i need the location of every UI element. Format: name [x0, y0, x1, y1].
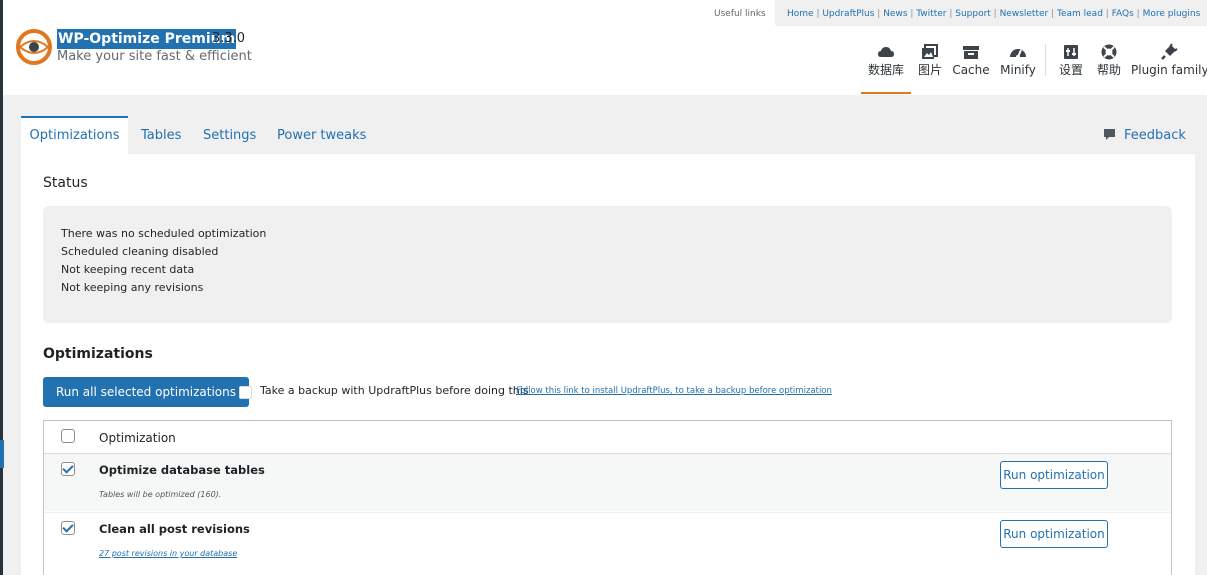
- nav-images[interactable]: 图片: [908, 42, 952, 94]
- dashboard-gauge-icon: [1010, 49, 1026, 59]
- install-updraftplus-link[interactable]: Follow this link to install UpdraftPlus,…: [516, 386, 832, 396]
- plugin-version: 3.3.0: [212, 31, 246, 46]
- plugin-plug-icon: [1161, 43, 1178, 60]
- select-all-checkbox[interactable]: [61, 429, 75, 443]
- nav-database[interactable]: 数据库: [861, 42, 911, 94]
- nav-plugin-family[interactable]: Plugin family: [1131, 42, 1207, 94]
- nav-label: 设置: [1058, 63, 1083, 77]
- link-support[interactable]: Support: [955, 9, 991, 19]
- optimizations-heading: Optimizations: [43, 346, 153, 362]
- status-line: There was no scheduled optimization: [61, 227, 267, 240]
- useful-links-label: Useful links: [714, 9, 766, 19]
- link-updraftplus[interactable]: UpdraftPlus: [822, 9, 874, 19]
- link-faqs[interactable]: FAQs: [1112, 9, 1134, 19]
- link-twitter[interactable]: Twitter: [916, 9, 946, 19]
- row-checkbox[interactable]: [61, 462, 75, 476]
- backup-checkbox[interactable]: [239, 386, 252, 399]
- link-newsletter[interactable]: Newsletter: [1000, 9, 1049, 19]
- nav-help[interactable]: 帮助: [1090, 42, 1128, 94]
- backup-label: Take a backup with UpdraftPlus before do…: [260, 384, 529, 397]
- row-subtitle: Tables will be optimized (160).: [99, 490, 222, 499]
- active-nav-underline: [861, 92, 911, 94]
- feedback-label: Feedback: [1124, 128, 1186, 143]
- nav-label: Plugin family: [1131, 63, 1207, 77]
- speech-bubble-icon: [1104, 129, 1115, 140]
- status-line: Not keeping recent data: [61, 263, 195, 276]
- nav-divider: [1045, 44, 1046, 76]
- link-team-lead[interactable]: Team lead: [1057, 9, 1103, 19]
- settings-sliders-icon: [1064, 45, 1078, 59]
- status-box: There was no scheduled optimization Sche…: [43, 206, 1172, 323]
- tab-settings[interactable]: Settings: [203, 116, 256, 154]
- optimizations-panel: Status There was no scheduled optimizati…: [21, 154, 1195, 575]
- feedback-link[interactable]: Feedback: [1103, 116, 1186, 154]
- nav-label: 帮助: [1096, 63, 1121, 77]
- plugin-tagline: Make your site fast & efficient: [57, 49, 252, 64]
- section-tabs: Optimizations Tables Settings Power twea…: [21, 116, 1195, 154]
- nav-label: Minify: [1000, 63, 1036, 77]
- status-line: Not keeping any revisions: [61, 281, 204, 294]
- useful-links-bar: Home | UpdraftPlus | News | Twitter | Su…: [775, 0, 1207, 26]
- nav-label: Cache: [952, 63, 990, 77]
- row-title: Clean all post revisions: [99, 522, 250, 536]
- run-optimization-button[interactable]: Run optimization: [1000, 461, 1108, 489]
- row-checkbox[interactable]: [61, 521, 75, 535]
- link-news[interactable]: News: [883, 9, 907, 19]
- tab-tables[interactable]: Tables: [141, 116, 181, 154]
- optimizations-table: Optimization Optimize database tables Ta…: [43, 420, 1172, 575]
- images-icon: [922, 44, 938, 59]
- link-home[interactable]: Home: [787, 9, 814, 19]
- nav-minify[interactable]: Minify: [995, 42, 1041, 94]
- nav-cache[interactable]: Cache: [949, 42, 993, 94]
- cloud-database-icon: [878, 47, 894, 57]
- status-heading: Status: [43, 175, 88, 191]
- lifebuoy-icon: [1101, 44, 1117, 60]
- nav-settings[interactable]: 设置: [1052, 42, 1090, 94]
- table-row: Clean all post revisions 27 post revisio…: [44, 512, 1171, 569]
- archive-box-icon: [963, 46, 979, 59]
- run-optimization-button[interactable]: Run optimization: [1000, 520, 1108, 548]
- link-more-plugins[interactable]: More plugins: [1143, 9, 1201, 19]
- post-revisions-link[interactable]: 27 post revisions in your database: [99, 549, 237, 558]
- status-line: Scheduled cleaning disabled: [61, 245, 219, 258]
- column-header-optimization: Optimization: [99, 431, 176, 445]
- sidebar-active-marker: [0, 440, 4, 468]
- tab-optimizations[interactable]: Optimizations: [21, 116, 128, 154]
- plugin-header: WP-Optimize Premium 3.3.0 Make your site…: [3, 0, 1207, 95]
- nav-label: 图片: [917, 63, 942, 77]
- table-row: Optimize database tables Tables will be …: [44, 454, 1171, 511]
- wp-optimize-logo-icon: [16, 29, 52, 65]
- row-title: Optimize database tables: [99, 463, 265, 477]
- nav-label: 数据库: [867, 63, 904, 77]
- tab-power-tweaks[interactable]: Power tweaks: [277, 116, 366, 154]
- run-all-optimizations-button[interactable]: Run all selected optimizations: [43, 377, 249, 407]
- table-header: Optimization: [44, 421, 1171, 454]
- plugin-name: WP-Optimize Premium: [57, 29, 237, 49]
